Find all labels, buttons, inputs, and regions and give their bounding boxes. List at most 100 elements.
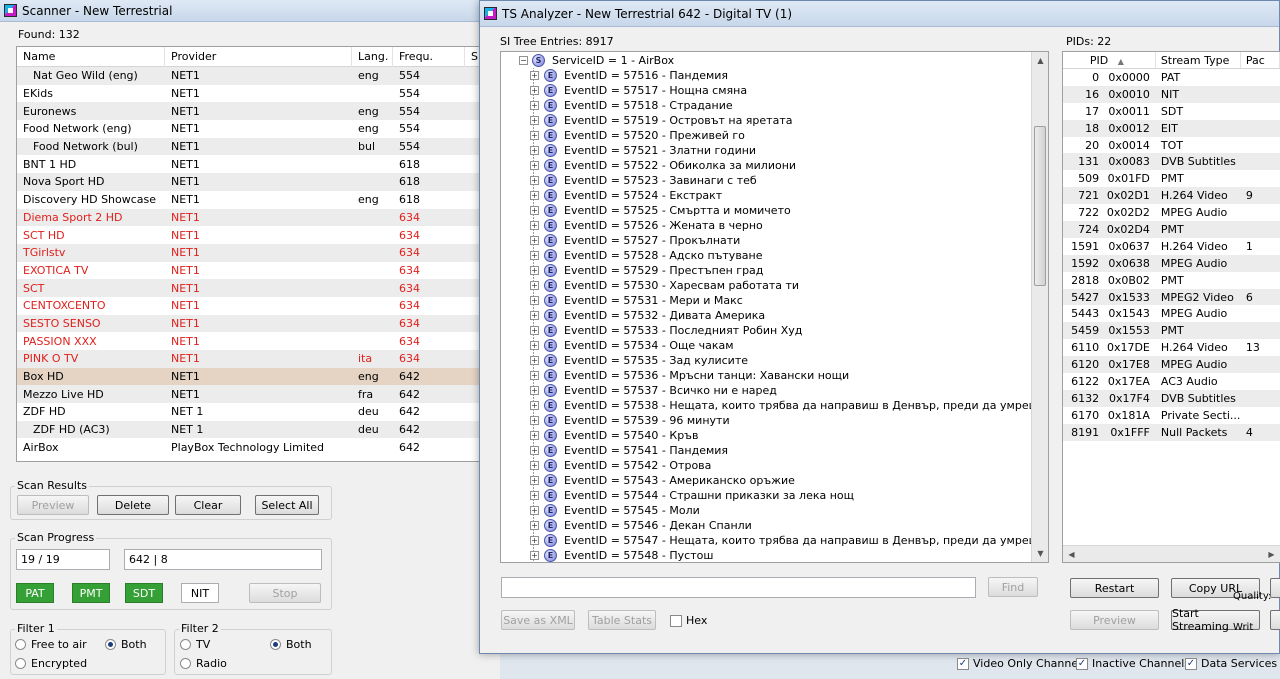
pid-row[interactable]: 16 0x0010 NIT [1063, 85, 1280, 103]
channel-row[interactable]: PASSION XXX NET1 634 [17, 332, 499, 350]
tree-event-node[interactable]: + E EventID = 57536 - Мръсни танци: Хаванс… [501, 368, 1048, 383]
channel-row[interactable]: Mezzo Live HD NET1 fra 642 [17, 385, 499, 404]
tree-event-node[interactable]: + E EventID = 57538 - Нещата, които трябва… [501, 398, 1048, 413]
analyzer-titlebar[interactable]: TS Analyzer - New Terrestrial 642 - Digi… [480, 1, 1279, 27]
tree-event-node[interactable]: + E EventID = 57544 - Страшни приказки за … [501, 488, 1048, 503]
tree-event-node[interactable]: + E EventID = 57547 - Нещата, които трябва… [501, 533, 1048, 548]
expand-icon[interactable]: + [530, 266, 539, 275]
tree-event-node[interactable]: + E EventID = 57523 - Завинаги с теб [501, 173, 1048, 188]
tree-event-node[interactable]: + E EventID = 57548 - Пустош [501, 548, 1048, 562]
channel-row[interactable]: Discovery HD Showcase NET1 eng 618 [17, 191, 499, 209]
hex-checkbox[interactable]: Hex [670, 614, 707, 627]
channel-row[interactable]: AirBox PlayBox Technology Limited 642 [17, 438, 499, 456]
channel-row[interactable]: Diema Sport 2 HD NET1 634 [17, 208, 499, 227]
channel-row[interactable]: Food Network (bul) NET1 bul 554 [17, 137, 499, 156]
pid-row[interactable]: 509 0x01FD PMT [1063, 170, 1280, 187]
expand-icon[interactable]: + [530, 386, 539, 395]
pid-row[interactable]: 18 0x0012 EIT [1063, 119, 1280, 137]
channel-row[interactable]: BNT 1 HD NET1 618 [17, 155, 499, 173]
expand-icon[interactable]: + [530, 161, 539, 170]
expand-icon[interactable]: + [530, 536, 539, 545]
expand-icon[interactable]: + [530, 551, 539, 560]
inactive-channels-checkbox[interactable]: ✓ Inactive Channels [1076, 657, 1190, 670]
column-stream-type[interactable]: Stream Type [1156, 52, 1241, 68]
channel-row[interactable]: SCT HD NET1 634 [17, 226, 499, 244]
tree-event-node[interactable]: + E EventID = 57546 - Декан Спанли [501, 518, 1048, 533]
tree-event-node[interactable]: + E EventID = 57517 - Нощна смяна [501, 83, 1048, 98]
pid-row[interactable]: 2818 0x0B02 PMT [1063, 272, 1280, 289]
expand-icon[interactable]: + [530, 416, 539, 425]
data-services-checkbox[interactable]: ✓ Data Services [1185, 657, 1277, 670]
tree-event-node[interactable]: + E EventID = 57532 - Дивата Америка [501, 308, 1048, 323]
expand-icon[interactable]: + [530, 401, 539, 410]
expand-icon[interactable]: + [530, 476, 539, 485]
expand-icon[interactable]: + [530, 506, 539, 515]
expand-icon[interactable]: + [530, 221, 539, 230]
pid-table[interactable]: PID ▲ Stream Type Pac 0 0x0000 PAT 16 0x0010… [1062, 51, 1280, 563]
expand-icon[interactable]: + [530, 326, 539, 335]
channel-row[interactable]: Euronews NET1 eng 554 [17, 102, 499, 121]
column-name[interactable]: Name [17, 47, 165, 67]
pid-row[interactable]: 20 0x0014 TOT [1063, 137, 1280, 154]
channel-row[interactable]: Food Network (eng) NET1 eng 554 [17, 120, 499, 138]
expand-icon[interactable]: + [530, 461, 539, 470]
channel-row[interactable]: Nat Geo Wild (eng) NET1 eng 554 [17, 67, 499, 85]
save-xml-button[interactable]: Save as XML [501, 610, 575, 630]
tree-event-node[interactable]: + E EventID = 57543 - Американско оръжие [501, 473, 1048, 488]
expand-icon[interactable]: + [530, 116, 539, 125]
scroll-right-icon[interactable]: ▶ [1263, 546, 1280, 562]
channel-row[interactable]: EKids NET1 554 [17, 85, 499, 103]
expand-icon[interactable]: + [530, 131, 539, 140]
tree-service-node[interactable]: − S ServiceID = 1 - AirBox [501, 53, 1048, 68]
pid-row[interactable]: 724 0x02D4 PMT [1063, 221, 1280, 238]
tree-event-node[interactable]: + E EventID = 57545 - Моли [501, 503, 1048, 518]
tree-event-node[interactable]: + E EventID = 57533 - Последният Робин Худ [501, 323, 1048, 338]
expand-icon[interactable]: + [530, 491, 539, 500]
pid-row[interactable]: 8191 0x1FFF Null Packets 4 [1063, 423, 1280, 441]
tree-event-node[interactable]: + E EventID = 57520 - Преживей го [501, 128, 1048, 143]
pid-row[interactable]: 5459 0x1553 PMT [1063, 322, 1280, 340]
clear-button[interactable]: Clear [175, 495, 241, 515]
pid-row[interactable]: 1591 0x0637 H.264 Video 1 [1063, 238, 1280, 255]
filter1-both-radio[interactable]: Both [105, 638, 147, 651]
expand-icon[interactable]: + [530, 296, 539, 305]
channel-row[interactable]: CENTOXCENTO NET1 634 [17, 297, 499, 315]
channel-row[interactable]: SESTO SENSO NET1 634 [17, 314, 499, 333]
expand-icon[interactable]: + [530, 281, 539, 290]
expand-icon[interactable]: + [530, 251, 539, 260]
scroll-up-icon[interactable]: ▲ [1032, 52, 1048, 69]
channel-row[interactable]: EXOTICA TV NET1 634 [17, 262, 499, 280]
expand-icon[interactable]: + [530, 446, 539, 455]
tree-event-node[interactable]: + E EventID = 57530 - Харесвам работата ти [501, 278, 1048, 293]
select-all-button[interactable]: Select All [255, 495, 319, 515]
filter2-both-radio[interactable]: Both [270, 638, 312, 651]
expand-icon[interactable]: + [530, 341, 539, 350]
tree-event-node[interactable]: + E EventID = 57516 - Пандемия [501, 68, 1048, 83]
pid-row[interactable]: 6132 0x17F4 DVB Subtitles [1063, 389, 1280, 407]
column-frequency[interactable]: Frequ. [393, 47, 465, 67]
restart-button[interactable]: Restart [1070, 578, 1159, 598]
video-only-checkbox[interactable]: ✓ Video Only Channel [957, 657, 1081, 670]
pid-row[interactable]: 721 0x02D1 H.264 Video 9 [1063, 187, 1280, 205]
table-stats-button[interactable]: Table Stats [588, 610, 656, 630]
pid-row[interactable]: 6110 0x17DE H.264 Video 13 [1063, 339, 1280, 356]
channel-row[interactable]: ZDF HD NET 1 deu 642 [17, 403, 499, 421]
encrypted-radio[interactable]: Encrypted [15, 657, 87, 670]
tree-event-node[interactable]: + E EventID = 57534 - Още чакам [501, 338, 1048, 353]
preview-stream-button[interactable]: Preview [1070, 610, 1159, 630]
pid-table-scrollbar[interactable]: ◀ ▶ [1063, 545, 1280, 562]
delete-button[interactable]: Delete [97, 495, 169, 515]
expand-icon[interactable]: + [530, 311, 539, 320]
expand-icon[interactable]: + [530, 101, 539, 110]
scroll-left-icon[interactable]: ◀ [1063, 546, 1080, 562]
channel-row[interactable]: SCT NET1 634 [17, 279, 499, 297]
pid-row[interactable]: 6122 0x17EA AC3 Audio [1063, 373, 1280, 390]
column-provider[interactable]: Provider [165, 47, 352, 67]
pid-row[interactable]: 6170 0x181A Private Secti... [1063, 407, 1280, 424]
tree-event-node[interactable]: + E EventID = 57527 - Прокълнати [501, 233, 1048, 248]
tree-event-node[interactable]: + E EventID = 57525 - Смъртта и момичето [501, 203, 1048, 218]
si-tree[interactable]: − S ServiceID = 1 - AirBox + E EventID = 5751… [500, 51, 1049, 563]
tv-radio[interactable]: TV [180, 638, 210, 651]
channel-row[interactable]: Nova Sport HD NET1 618 [17, 173, 499, 191]
column-packets[interactable]: Pac [1241, 52, 1280, 68]
